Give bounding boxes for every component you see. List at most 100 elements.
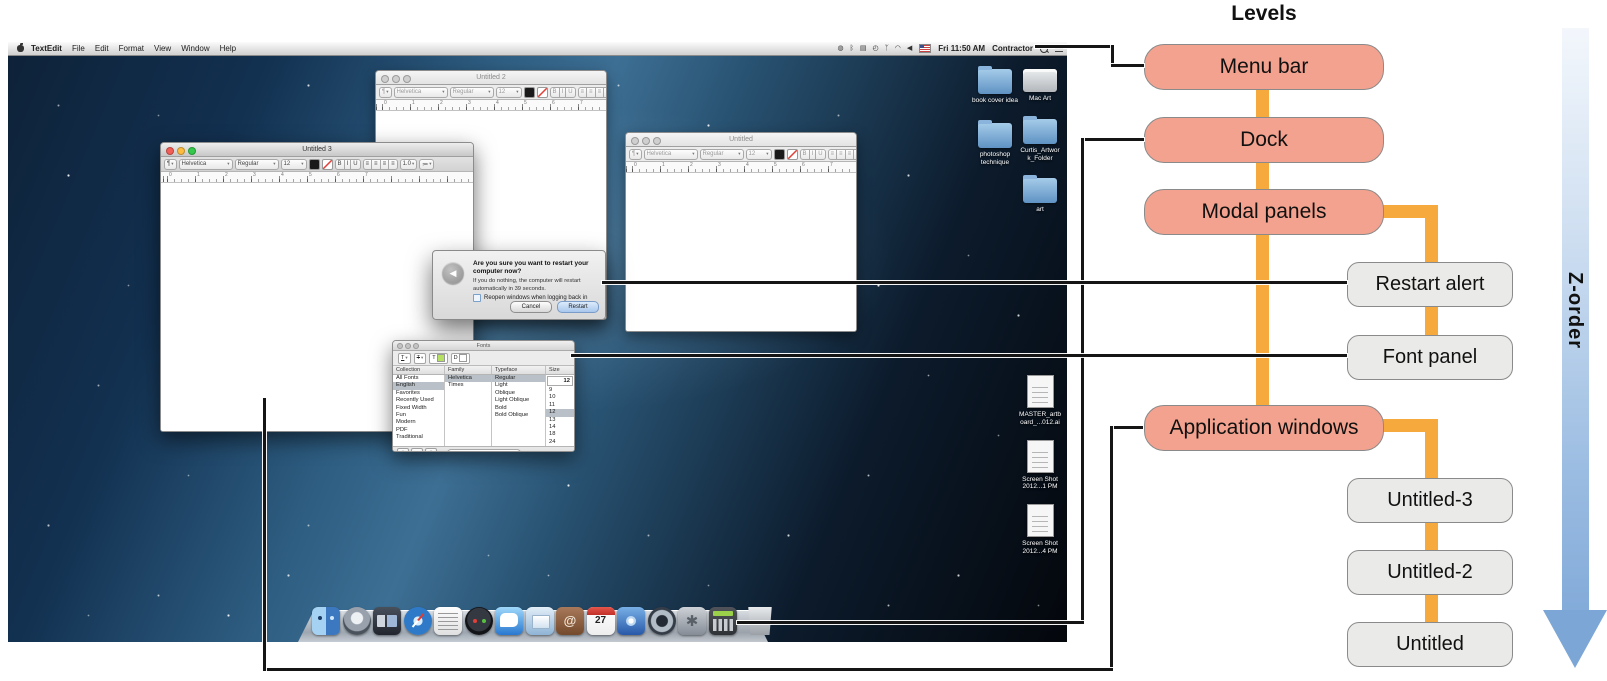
- menu-item[interactable]: View: [154, 44, 171, 53]
- close-button[interactable]: [381, 75, 389, 83]
- remove-collection-button[interactable]: –: [411, 448, 423, 452]
- list-style-menu[interactable]: ≔▾: [419, 159, 434, 170]
- textedit-dock-icon[interactable]: [434, 607, 462, 635]
- size-item[interactable]: 10: [546, 394, 574, 401]
- universal-access-icon-dock-icon[interactable]: ◍: [838, 45, 844, 52]
- fonts-panel-title-bar[interactable]: Fonts: [393, 341, 574, 351]
- contacts-dock-icon[interactable]: [556, 607, 584, 635]
- font-family-menu[interactable]: Helvetica▾: [394, 87, 448, 98]
- restart-button[interactable]: Restart: [557, 301, 599, 313]
- document-content[interactable]: [626, 173, 856, 331]
- align-right-button[interactable]: ≡: [853, 149, 857, 160]
- airplay-display-icon-dock-icon[interactable]: ▤: [860, 45, 867, 52]
- font-family-menu[interactable]: Helvetica▾: [179, 159, 233, 170]
- family-item[interactable]: Helvetica: [445, 375, 491, 382]
- photo-booth-dock-icon[interactable]: [617, 607, 645, 635]
- typeface-item[interactable]: Bold: [492, 405, 545, 412]
- wifi-icon-dock-icon[interactable]: ◠: [895, 45, 901, 52]
- document-color-button[interactable]: D: [451, 353, 470, 364]
- window-controls[interactable]: [631, 137, 661, 145]
- close-button[interactable]: [397, 343, 403, 349]
- underline-button[interactable]: U: [815, 149, 825, 160]
- action-gear-button[interactable]: ✱: [425, 448, 437, 452]
- mail-dock-icon[interactable]: [526, 607, 554, 635]
- size-input[interactable]: 12: [547, 376, 573, 386]
- menu-item[interactable]: File: [72, 44, 85, 53]
- time-machine-icon-dock-icon[interactable]: ◴: [872, 45, 878, 52]
- user-menu[interactable]: Contractor: [992, 44, 1033, 53]
- collection-item[interactable]: Recently Used: [393, 397, 444, 404]
- finder-dock-icon[interactable]: [312, 607, 340, 635]
- checkbox[interactable]: [473, 294, 481, 302]
- align-right-button[interactable]: ≡: [603, 87, 607, 98]
- menu-bar-clock[interactable]: Fri 11:50 AM: [938, 44, 985, 53]
- ruler[interactable]: 01234567: [626, 162, 856, 173]
- safari-dock-icon[interactable]: [404, 607, 432, 635]
- font-size-menu[interactable]: 12▾: [496, 87, 522, 98]
- bluetooth-icon-dock-icon[interactable]: ᛒ: [850, 45, 854, 52]
- time-machine-dock-icon[interactable]: [648, 607, 676, 635]
- typeface-menu[interactable]: Regular▾: [700, 149, 744, 160]
- typeface-item[interactable]: Oblique: [492, 390, 545, 397]
- window-controls[interactable]: [381, 75, 411, 83]
- menu-item[interactable]: Edit: [95, 44, 109, 53]
- cancel-button[interactable]: Cancel: [510, 301, 552, 313]
- menu-item[interactable]: TextEdit: [31, 44, 62, 53]
- zoom-button[interactable]: [653, 137, 661, 145]
- desktop-icon[interactable]: Screen Shot 2012...4 PM: [1010, 504, 1067, 556]
- add-collection-button[interactable]: +: [397, 448, 409, 452]
- collection-item[interactable]: English: [393, 382, 444, 389]
- collection-item[interactable]: Favorites: [393, 390, 444, 397]
- text-color-button[interactable]: T: [429, 353, 447, 364]
- font-size-menu[interactable]: 12▾: [746, 149, 772, 160]
- family-item[interactable]: Times: [445, 382, 491, 389]
- font-size-menu[interactable]: 12▾: [281, 159, 307, 170]
- font-family-menu[interactable]: Helvetica▾: [644, 149, 698, 160]
- close-button[interactable]: [166, 147, 174, 155]
- window-controls[interactable]: [166, 147, 196, 155]
- highlight-color-swatch[interactable]: [787, 149, 798, 160]
- desktop-icon[interactable]: art: [1010, 178, 1067, 214]
- mission-control-dock-icon[interactable]: [373, 607, 401, 635]
- us-flag-input-icon[interactable]: [919, 44, 931, 53]
- desktop-icon[interactable]: Screen Shot 2012...1 PM: [1010, 440, 1067, 492]
- launchpad-dock-icon[interactable]: [343, 607, 371, 635]
- minimize-button[interactable]: [405, 343, 411, 349]
- minimize-button[interactable]: [642, 137, 650, 145]
- calculator-dock-icon[interactable]: [709, 607, 737, 635]
- zoom-button[interactable]: [403, 75, 411, 83]
- window-title-bar[interactable]: Untitled 2: [376, 71, 606, 85]
- highlight-color-swatch[interactable]: [537, 87, 548, 98]
- size-item[interactable]: 18: [546, 431, 574, 438]
- calendar-dock-icon[interactable]: 27: [587, 607, 615, 635]
- size-item[interactable]: 9: [546, 387, 574, 394]
- collection-item[interactable]: Modern: [393, 419, 444, 426]
- text-color-swatch[interactable]: [774, 149, 785, 160]
- text-color-swatch[interactable]: [309, 159, 320, 170]
- typeface-menu[interactable]: Regular▾: [450, 87, 494, 98]
- typeface-item[interactable]: Bold Oblique: [492, 412, 545, 419]
- typeface-item[interactable]: Light Oblique: [492, 397, 545, 404]
- desktop-icon[interactable]: Curtis_Artwor k_Folder: [1010, 119, 1067, 163]
- menu-item[interactable]: Help: [220, 44, 236, 53]
- messages-dock-icon[interactable]: [495, 607, 523, 635]
- desktop-icon[interactable]: Mac Art: [1010, 69, 1067, 103]
- size-item[interactable]: 14: [546, 424, 574, 431]
- ruler[interactable]: 01234567: [161, 172, 473, 183]
- desktop-icon[interactable]: MASTER_artb oard_...012.ai: [1010, 375, 1067, 427]
- styles-menu[interactable]: ¶▾: [629, 149, 642, 160]
- size-item[interactable]: 13: [546, 417, 574, 424]
- system-preferences-dock-icon[interactable]: [678, 607, 706, 635]
- typeface-menu[interactable]: Regular▾: [235, 159, 279, 170]
- zoom-button[interactable]: [413, 343, 419, 349]
- styles-menu[interactable]: ¶▾: [164, 159, 177, 170]
- size-item[interactable]: 11: [546, 402, 574, 409]
- zoom-button[interactable]: [188, 147, 196, 155]
- size-item[interactable]: 24: [546, 439, 574, 446]
- textedit-window-untitled[interactable]: Untitled ¶▾ Helvetica▾ Regular▾ 12▾ BIU …: [625, 132, 857, 332]
- minimize-button[interactable]: [177, 147, 185, 155]
- highlight-color-swatch[interactable]: [322, 159, 333, 170]
- collection-item[interactable]: PDF: [393, 427, 444, 434]
- menu-item[interactable]: Window: [181, 44, 209, 53]
- collection-item[interactable]: Fixed Width: [393, 405, 444, 412]
